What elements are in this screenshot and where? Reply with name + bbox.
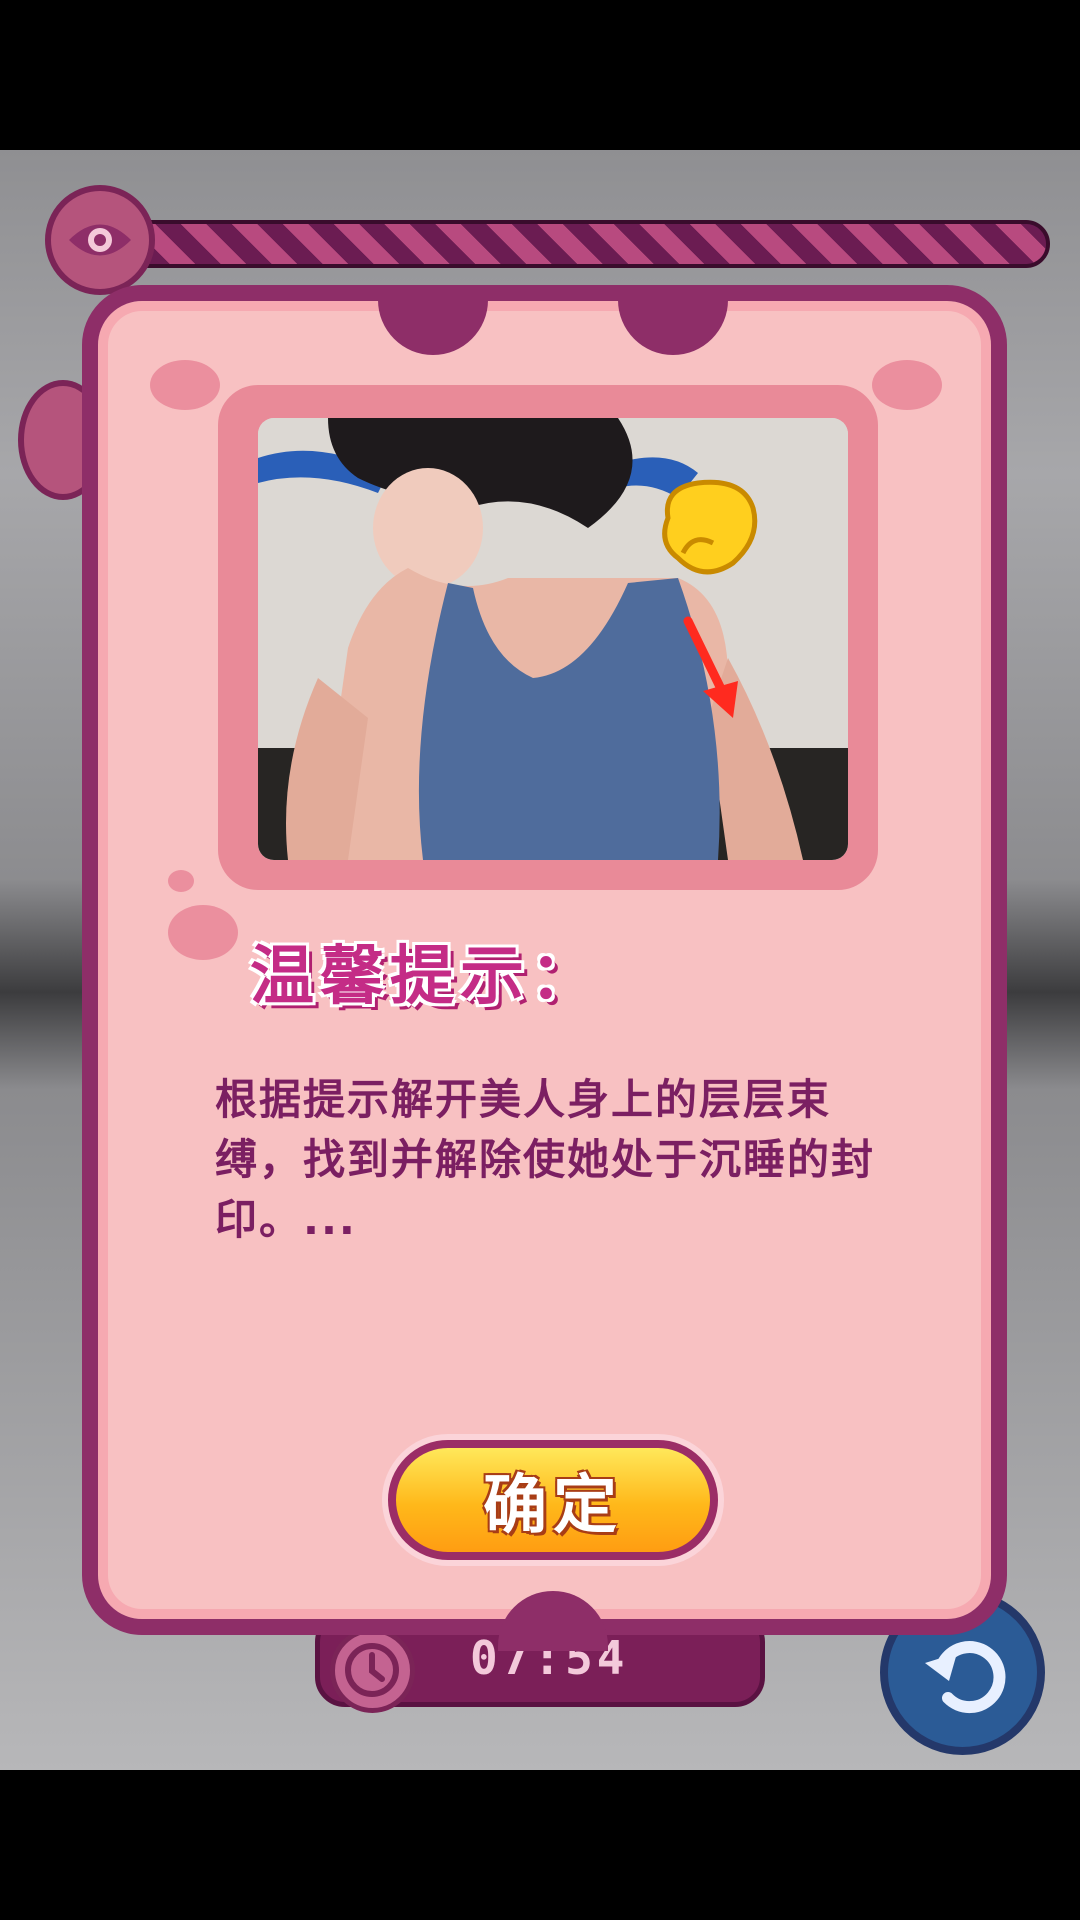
arrow-down-icon <box>683 616 738 718</box>
decor-dot <box>168 870 194 892</box>
frame-notch <box>618 285 728 355</box>
decor-dot <box>168 905 238 960</box>
progress-track <box>115 220 1050 268</box>
decor-dot <box>872 360 942 410</box>
confirm-button[interactable]: 确定 <box>388 1440 718 1560</box>
frame-notch <box>378 285 488 355</box>
confirm-label: 确定 <box>483 1469 623 1543</box>
frame-notch <box>498 1591 608 1651</box>
hint-image <box>258 418 848 860</box>
pointer-hand-icon <box>662 479 758 575</box>
eye-icon <box>45 185 155 295</box>
reveal-progress <box>45 185 1050 295</box>
dialog-hint-text: 根据提示解开美人身上的层层束缚，找到并解除使她处于沉睡的封印。... <box>215 1075 876 1244</box>
undo-icon <box>924 1640 1005 1713</box>
dialog-heading: 温馨提示： <box>250 940 600 1014</box>
progress-fill <box>119 224 1046 264</box>
clock-icon <box>330 1628 415 1713</box>
decor-dot <box>150 360 220 410</box>
